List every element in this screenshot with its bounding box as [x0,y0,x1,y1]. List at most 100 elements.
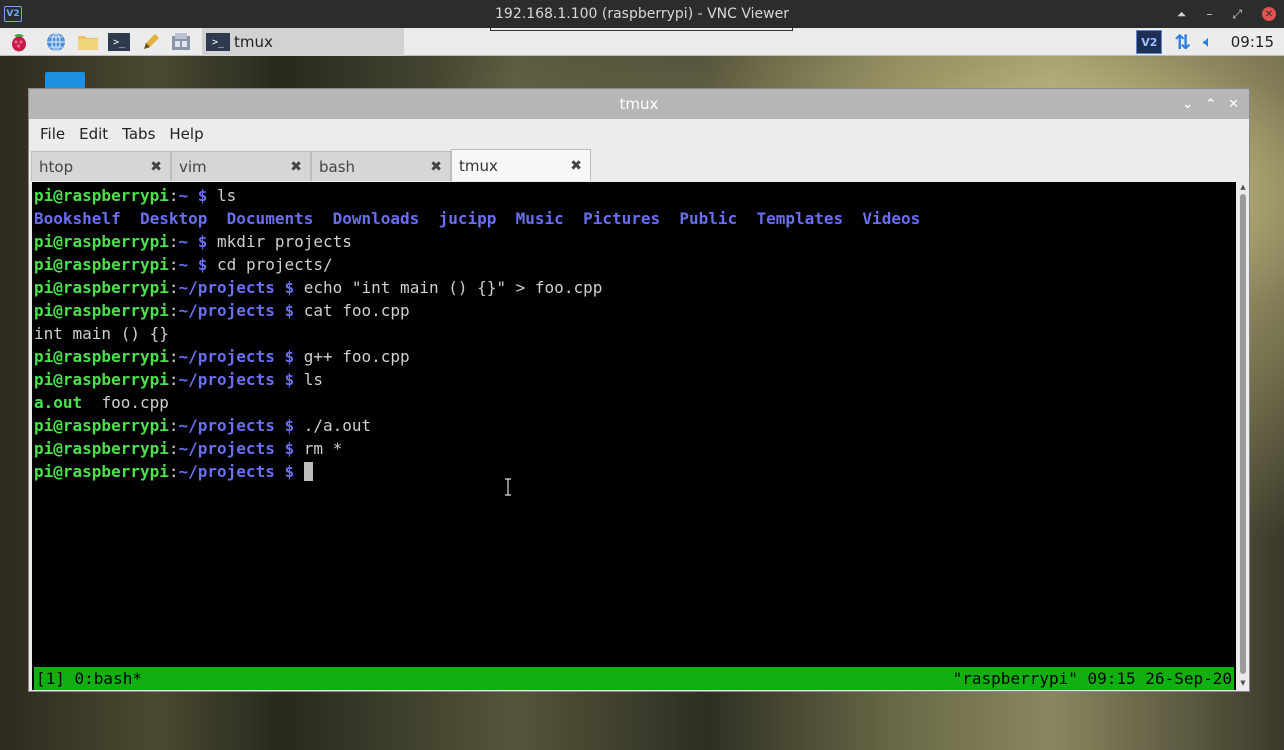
terminal-text-segment: rm * [294,439,343,458]
terminal-text-segment: ls [207,186,237,205]
terminal-scrollbar[interactable]: ▲ ▼ [1238,182,1248,690]
tab-close-icon[interactable]: ✖ [150,159,162,175]
terminal-line: pi@raspberrypi:~/projects $ g++ foo.cpp [34,345,920,368]
terminal-line: pi@raspberrypi:~/projects $ ls [34,368,920,391]
maximize-chevron-icon[interactable]: ⌃ [1205,97,1216,112]
tab-label: vim [179,157,207,176]
terminal-line: pi@raspberrypi:~/projects $ ./a.out [34,414,920,437]
terminal-text-segment: ~/projects $ [178,278,295,297]
terminal-text-segment: ~ $ [178,232,208,251]
terminal-text-segment: ~/projects $ [178,301,295,320]
terminal-text-segment: pi@raspberrypi [34,255,169,274]
terminal-window: tmux ⌄ ⌃ ✕ File Edit Tabs Help htop ✖ vi… [28,88,1250,692]
terminal-text-segment: pi@raspberrypi [34,347,169,366]
terminal-text-segment: : [168,186,179,205]
vnc-title-bar: V2 192.168.1.100 (raspberrypi) - VNC Vie… [0,0,1284,28]
tab-label: tmux [459,156,498,175]
tmux-status-left: [1] 0:bash* [36,669,142,688]
network-arrows-icon[interactable]: ⇅ [1174,30,1191,54]
terminal-output[interactable]: pi@raspberrypi:~ $ ls Bookshelf Desktop D… [32,182,1236,690]
terminal-launcher-icon[interactable]: >_ [108,31,130,53]
system-tray: V2 ⇅ 🔈︎ 09:15 [1136,28,1274,56]
taskbar: >_ >_ tmux V2 ⇅ 🔈︎ 09:15 [0,28,1284,56]
tab-vim[interactable]: vim ✖ [171,151,311,181]
terminal-text-segment: : [168,255,179,274]
tab-label: htop [39,157,74,176]
terminal-text-segment: pi@raspberrypi [34,416,169,435]
vnc-toolbar-toggle-icon[interactable]: ⏶ [1177,7,1187,22]
tab-tmux[interactable]: tmux ✖ [451,149,591,181]
vnc-window-controls: ⏶ – ⤢ ✕ [1177,0,1276,28]
minimize-chevron-icon[interactable]: ⌄ [1182,97,1193,112]
terminal-text-segment: ls [294,370,323,389]
terminal-block-cursor [303,462,313,481]
terminal-text-segment: : [168,370,179,389]
file-manager-folder-icon[interactable] [77,31,99,53]
terminal-text-segment: pi@raspberrypi [34,278,169,297]
window-title-bar[interactable]: tmux ⌄ ⌃ ✕ [29,89,1249,119]
terminal-text-segment: echo "int main () {}" > foo.cpp [294,278,603,297]
vnc-close-icon[interactable]: ✕ [1262,7,1276,21]
terminal-text-segment: ~/projects $ [178,347,295,366]
raspberry-menu-icon[interactable] [8,31,30,53]
terminal-text-segment: ~ $ [178,255,208,274]
tab-close-icon[interactable]: ✖ [430,159,442,175]
terminal-text-segment: ~ $ [178,186,208,205]
terminal-text-segment: pi@raspberrypi [34,232,169,251]
terminal-line: Bookshelf Desktop Documents Downloads ju… [34,207,920,230]
terminal-text-segment: ~/projects $ [178,416,295,435]
taskbar-task-tmux[interactable]: >_ tmux [202,28,404,56]
volume-speaker-icon[interactable]: 🔈︎ [1203,32,1213,52]
terminal-text-segment: pi@raspberrypi [34,370,169,389]
terminal-text-segment: : [168,232,179,251]
terminal-line: int main () {} [34,322,920,345]
scrollbar-thumb[interactable] [1240,194,1246,674]
taskbar-spacer [490,28,793,31]
menu-bar: File Edit Tabs Help [29,119,1249,149]
tab-close-icon[interactable]: ✖ [290,159,302,175]
taskbar-task-label: tmux [234,33,273,51]
browser-globe-icon[interactable] [45,31,67,53]
terminal-line: pi@raspberrypi:~ $ mkdir projects [34,230,920,253]
tab-close-icon[interactable]: ✖ [570,158,582,174]
close-icon[interactable]: ✕ [1228,97,1239,112]
terminal-line: pi@raspberrypi:~ $ ls [34,184,920,207]
tab-htop[interactable]: htop ✖ [31,151,171,181]
tmux-status-bar: [1] 0:bash* "raspberrypi" 09:15 26-Sep-2… [34,667,1234,690]
clock[interactable]: 09:15 [1231,33,1274,51]
terminal-text-segment: cat foo.cpp [294,301,410,320]
vnc-window-title: 192.168.1.100 (raspberrypi) - VNC Viewer [495,6,789,22]
tab-bash[interactable]: bash ✖ [311,151,451,181]
terminal-text-segment: : [168,301,179,320]
menu-tabs[interactable]: Tabs [115,125,162,143]
terminal-text-segment: pi@raspberrypi [34,186,169,205]
terminal-text-segment: : [168,462,179,481]
menu-help[interactable]: Help [162,125,210,143]
terminal-text-segment: : [168,278,179,297]
menu-edit[interactable]: Edit [72,125,115,143]
vnc-maximize-icon[interactable]: ⤢ [1232,7,1242,22]
terminal-text-segment: cd projects/ [207,255,333,274]
window-title: tmux [619,95,659,113]
terminal-line: a.out foo.cpp [34,391,920,414]
terminal-text-segment: pi@raspberrypi [34,439,169,458]
scroll-up-icon[interactable]: ▲ [1238,182,1248,192]
mouse-ibeam-cursor-icon [505,478,511,496]
tab-bar: htop ✖ vim ✖ bash ✖ tmux ✖ [29,149,1249,181]
scroll-down-icon[interactable]: ▼ [1238,678,1248,688]
terminal-line: pi@raspberrypi:~/projects $ rm * [34,437,920,460]
vnc-server-tray-icon[interactable]: V2 [1136,30,1163,54]
tmux-status-right: "raspberrypi" 09:15 26-Sep-20 [952,669,1232,688]
terminal-text-segment: foo.cpp [82,393,169,412]
vnc-minimize-icon[interactable]: – [1206,7,1212,21]
terminal-text-segment: mkdir projects [207,232,352,251]
text-editor-pencil-icon[interactable] [140,31,162,53]
terminal-text-segment: ~/projects $ [178,462,295,481]
terminal-text-segment: ./a.out [294,416,372,435]
apps-icon[interactable] [170,31,192,53]
vnc-logo-icon: V2 [4,6,22,22]
terminal-lines: pi@raspberrypi:~ $ ls Bookshelf Desktop D… [34,184,920,483]
terminal-line: pi@raspberrypi:~ $ cd projects/ [34,253,920,276]
menu-file[interactable]: File [33,125,72,143]
